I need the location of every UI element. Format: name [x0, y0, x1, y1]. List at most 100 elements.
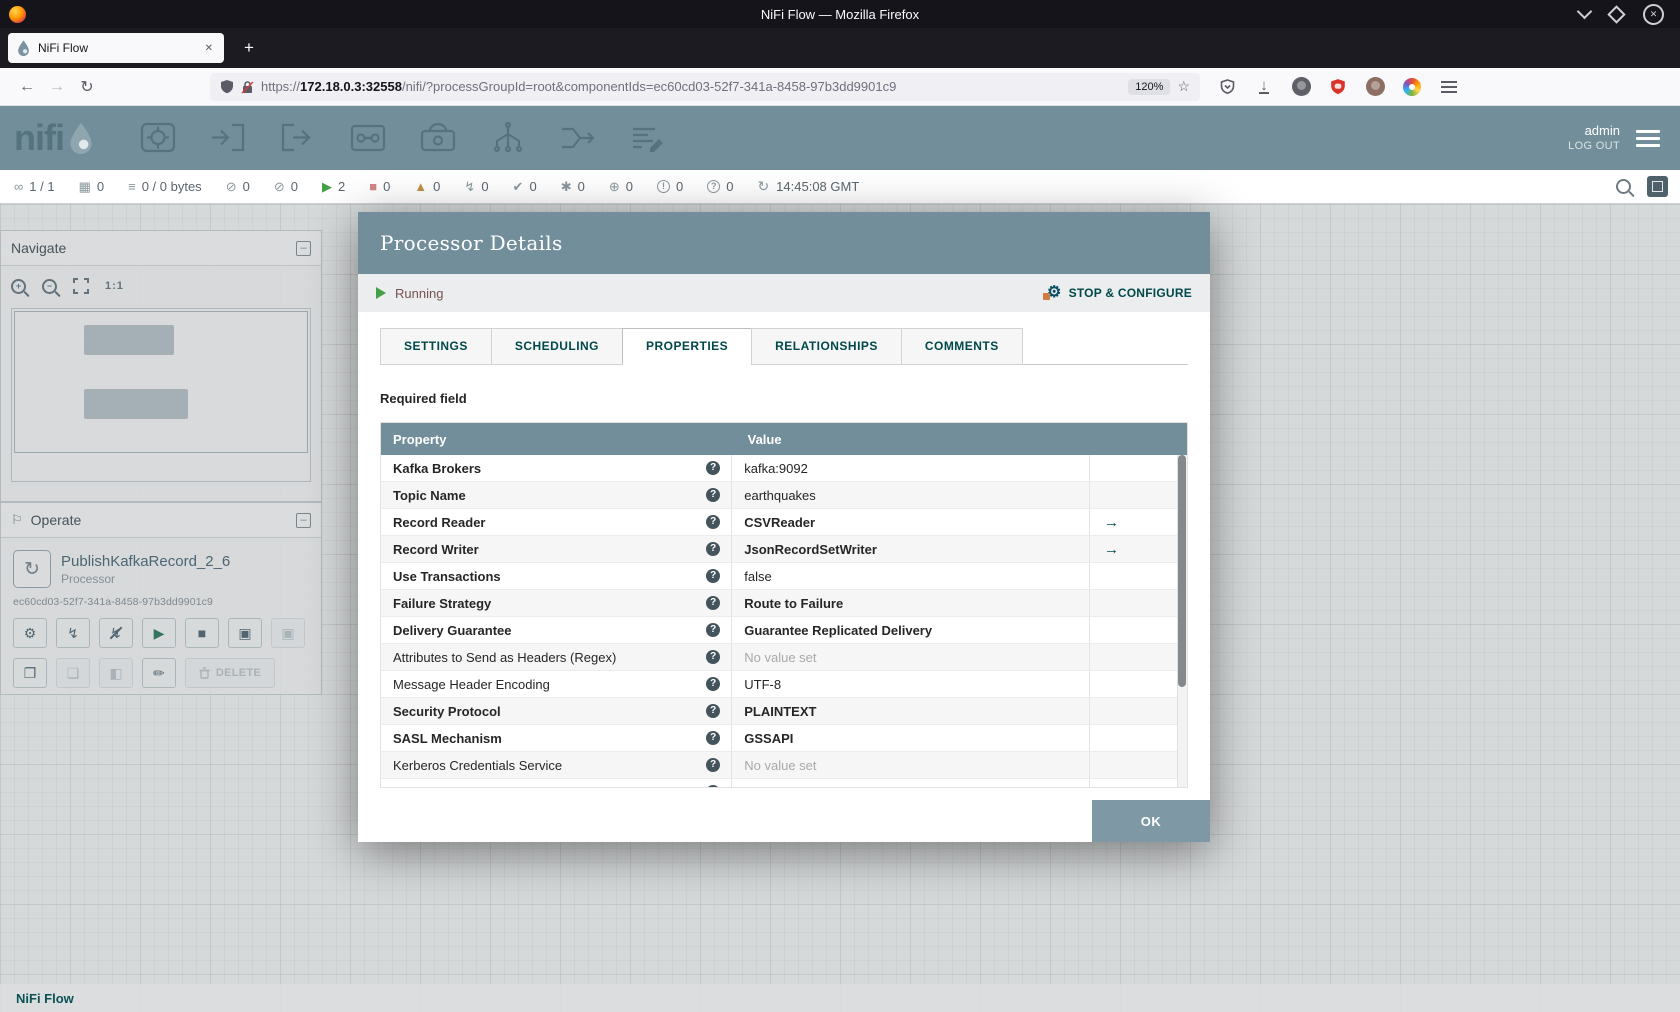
close-icon[interactable]: ✕	[1643, 3, 1664, 25]
dialog-header[interactable]: Processor Details	[358, 212, 1210, 274]
property-value: PLAINTEXT	[744, 703, 817, 719]
ok-button[interactable]: OK	[1092, 800, 1210, 842]
help-icon[interactable]	[706, 758, 721, 772]
nifi-logo: nifi	[14, 117, 94, 159]
back-button[interactable]: ←	[12, 73, 42, 101]
panel-toggle-icon[interactable]	[1647, 176, 1668, 197]
status-locally-modified-stale: ! 0	[656, 179, 683, 194]
property-row: Kafka Brokers kafka:9092	[381, 455, 1177, 482]
output-port-icon[interactable]	[276, 119, 320, 157]
help-icon[interactable]	[706, 542, 721, 556]
status-threads: ▦ 0	[79, 179, 105, 194]
status-count: 0	[242, 179, 250, 194]
last-refresh-time: 14:45:08 GMT	[776, 179, 860, 194]
template-icon[interactable]	[556, 119, 600, 157]
url-text: https://172.18.0.3:32558/nifi/?processGr…	[261, 79, 897, 94]
ublock-extension-icon[interactable]	[1325, 74, 1351, 100]
tab-relationships[interactable]: RELATIONSHIPS	[751, 328, 902, 365]
tab-comments[interactable]: COMMENTS	[900, 328, 1023, 365]
help-icon[interactable]	[706, 650, 721, 664]
status-invalid: ▲ 0	[414, 179, 440, 194]
status-cluster: ∞ 1 / 1	[14, 179, 55, 194]
bookmark-star-icon[interactable]: ☆	[1177, 78, 1190, 95]
tab-properties[interactable]: PROPERTIES	[622, 328, 753, 365]
url-bar[interactable]: https://172.18.0.3:32558/nifi/?processGr…	[210, 72, 1200, 101]
status-count: 0	[96, 179, 105, 194]
account-avatar[interactable]	[1288, 74, 1314, 100]
help-icon[interactable]	[706, 569, 721, 583]
funnel-icon[interactable]	[486, 119, 530, 157]
table-scrollbar[interactable]	[1177, 455, 1187, 787]
property-name: Record Writer	[393, 541, 479, 557]
property-name: Record Reader	[393, 514, 486, 530]
minimize-icon[interactable]	[1576, 3, 1593, 20]
help-icon[interactable]	[706, 731, 721, 745]
property-row: Topic Name earthquakes	[381, 482, 1177, 509]
processor-icon[interactable]	[136, 119, 180, 157]
processor-details-dialog: Processor Details Running ⚙ STOP & CONFI…	[358, 212, 1210, 842]
help-icon[interactable]	[706, 704, 721, 718]
locally-modified-icon: ✱	[560, 179, 572, 194]
input-port-icon[interactable]	[206, 119, 250, 157]
help-icon[interactable]	[706, 677, 721, 691]
pinwheel-extension-icon[interactable]	[1399, 74, 1425, 100]
property-row: Use Transactions false	[381, 563, 1177, 590]
tab-close-icon[interactable]: ✕	[203, 41, 215, 56]
maximize-icon[interactable]	[1607, 4, 1626, 24]
property-row: Attributes to Send as Headers (Regex) No …	[381, 644, 1177, 671]
go-to-service-icon[interactable]: →	[1104, 514, 1119, 531]
refresh-button[interactable]: ↻ 14:45:08 GMT	[757, 178, 859, 195]
property-value: kafka:9092	[744, 460, 808, 476]
profile-avatar-extension-icon[interactable]	[1362, 74, 1388, 100]
menu-button[interactable]	[1436, 74, 1462, 100]
status-count: 0	[577, 179, 585, 194]
tracking-shield-icon[interactable]	[220, 79, 234, 94]
status-transmitting: ⊘ 0	[226, 179, 250, 194]
property-value: Guarantee Replicated Delivery	[744, 622, 933, 638]
status-locally-modified: ✱ 0	[561, 179, 585, 194]
screen: NiFi Flow — Mozilla Firefox ✕ NiFi Flow …	[0, 0, 1680, 1012]
connection-lock-icon[interactable]	[241, 80, 254, 94]
dialog-status-row: Running ⚙ STOP & CONFIGURE	[358, 274, 1210, 312]
cluster-icon: ∞	[14, 179, 24, 194]
nifi-header: nifi admin LOG OUT	[0, 106, 1680, 170]
help-icon[interactable]	[706, 488, 721, 502]
help-icon[interactable]	[706, 596, 721, 610]
property-row: Security Protocol PLAINTEXT	[381, 698, 1177, 725]
reload-button[interactable]: ↻	[72, 73, 102, 101]
threads-icon: ▦	[78, 179, 91, 194]
required-field-label: Required field	[380, 391, 467, 406]
firefox-logo-icon	[9, 5, 26, 23]
scrollbar-thumb[interactable]	[1178, 455, 1186, 688]
new-tab-button[interactable]: +	[234, 33, 264, 63]
remote-process-group-icon[interactable]	[416, 119, 460, 157]
help-icon[interactable]	[706, 461, 721, 475]
label-icon[interactable]	[626, 119, 670, 157]
global-menu-icon[interactable]	[1636, 129, 1660, 147]
search-icon[interactable]	[1616, 179, 1631, 194]
property-value: GSSAPI	[744, 730, 794, 746]
user-block: admin LOG OUT	[1568, 122, 1620, 154]
zoom-level-badge[interactable]: 120%	[1128, 78, 1171, 95]
stop-and-configure-button[interactable]: ⚙ STOP & CONFIGURE	[1043, 285, 1192, 301]
nifi-drop-icon	[70, 123, 92, 154]
go-to-service-icon[interactable]: →	[1104, 541, 1119, 558]
forward-button[interactable]: →	[42, 73, 72, 101]
pocket-icon[interactable]	[1214, 74, 1240, 100]
status-stopped: ■ 0	[369, 179, 390, 194]
status-stale: ⊕ 0	[609, 179, 633, 194]
tab-settings[interactable]: SETTINGS	[380, 328, 492, 365]
help-icon[interactable]	[706, 515, 721, 529]
process-group-icon[interactable]	[346, 119, 390, 157]
downloads-icon[interactable]: ↓	[1251, 74, 1277, 100]
property-name: Delivery Guarantee	[393, 622, 512, 638]
nifi-favicon	[18, 40, 29, 56]
tab-title: NiFi Flow	[38, 41, 88, 55]
tab-scheduling[interactable]: SCHEDULING	[490, 328, 623, 365]
browser-tab[interactable]: NiFi Flow ✕	[8, 33, 224, 63]
logout-link[interactable]: LOG OUT	[1568, 139, 1620, 154]
property-value: UTF-8	[744, 676, 782, 692]
property-value: Route to Failure	[744, 595, 844, 611]
help-icon[interactable]	[706, 623, 721, 637]
help-icon[interactable]	[706, 785, 721, 787]
